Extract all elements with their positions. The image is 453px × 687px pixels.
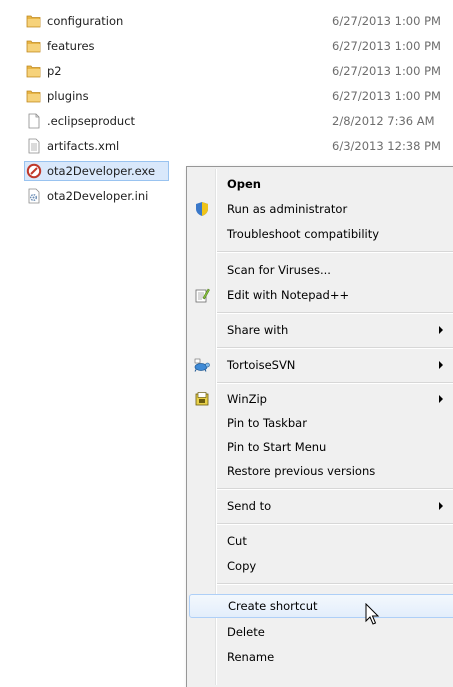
name-cell: .eclipseproduct: [24, 111, 169, 131]
menu-separator: [217, 583, 453, 585]
menu-separator: [217, 251, 453, 253]
name-cell: ota2Developer.ini: [24, 186, 169, 206]
menu-item-label: TortoiseSVN: [227, 358, 296, 372]
tortoisesvn-icon: [193, 356, 211, 374]
file-name: ota2Developer.ini: [47, 189, 149, 203]
menu-item-rename[interactable]: Rename: [189, 645, 453, 669]
file-name: artifacts.xml: [47, 139, 120, 153]
winzip-icon: [193, 390, 211, 408]
menu-separator: [217, 488, 453, 490]
name-cell: ota2Developer.exe: [24, 161, 169, 181]
menu-item-create-shortcut[interactable]: Create shortcut: [189, 594, 453, 618]
menu-separator: [217, 523, 453, 525]
menu-separator: [217, 382, 453, 384]
menu-item-label: Pin to Taskbar: [227, 416, 307, 430]
menu-item-label: Troubleshoot compatibility: [227, 227, 380, 241]
menu-item-label: Run as administrator: [227, 202, 348, 216]
file-row-features[interactable]: features 6/27/2013 1:00 PM: [24, 35, 453, 57]
exe-icon: [25, 162, 43, 180]
menu-item-pin-to-start-menu[interactable]: Pin to Start Menu: [189, 435, 453, 459]
name-cell: artifacts.xml: [24, 136, 169, 156]
file-date: 6/27/2013 1:00 PM: [332, 89, 441, 103]
menu-item-label: Cut: [227, 534, 247, 548]
submenu-arrow-icon: [439, 326, 443, 334]
file-row-plugins[interactable]: plugins 6/27/2013 1:00 PM: [24, 85, 453, 107]
file-name: configuration: [47, 14, 124, 28]
menu-item-label: Share with: [227, 323, 289, 337]
menu-item-troubleshoot-compatibility[interactable]: Troubleshoot compatibility: [189, 222, 453, 246]
submenu-arrow-icon: [439, 361, 443, 369]
folder-icon: [25, 62, 43, 80]
menu-item-label: Rename: [227, 650, 275, 664]
settings-file-icon: [25, 187, 43, 205]
file-date: 6/27/2013 1:00 PM: [332, 64, 441, 78]
submenu-arrow-icon: [439, 502, 443, 510]
file-row-eclipseproduct[interactable]: .eclipseproduct 2/8/2012 7:36 AM: [24, 110, 453, 132]
menu-item-label: Open: [227, 177, 261, 191]
folder-icon: [25, 87, 43, 105]
file-name: ota2Developer.exe: [47, 164, 156, 178]
menu-item-label: WinZip: [227, 392, 267, 406]
file-date: 6/27/2013 1:00 PM: [332, 39, 441, 53]
menu-item-scan-for-viruses[interactable]: Scan for Viruses...: [189, 258, 453, 282]
file-date: 6/27/2013 1:00 PM: [332, 14, 441, 28]
menu-item-label: Scan for Viruses...: [227, 263, 331, 277]
menu-item-label: Pin to Start Menu: [227, 440, 327, 454]
file-date: 6/3/2013 12:38 PM: [332, 139, 441, 153]
menu-item-restore-previous-versions[interactable]: Restore previous versions: [189, 459, 453, 483]
folder-icon: [25, 12, 43, 30]
menu-item-tortoisesvn[interactable]: TortoiseSVN: [189, 353, 453, 377]
submenu-arrow-icon: [439, 395, 443, 403]
name-cell: plugins: [24, 86, 169, 106]
context-menu: Open Run as administrator Troubleshoot c…: [186, 166, 453, 687]
folder-icon: [25, 37, 43, 55]
file-date: 2/8/2012 7:36 AM: [332, 114, 435, 128]
menu-item-label: Copy: [227, 559, 257, 573]
menu-item-winzip[interactable]: WinZip: [189, 387, 453, 411]
menu-item-delete[interactable]: Delete: [189, 620, 453, 644]
menu-item-share-with[interactable]: Share with: [189, 318, 453, 342]
menu-item-cut[interactable]: Cut: [189, 529, 453, 553]
file-name: .eclipseproduct: [47, 114, 136, 128]
menu-item-pin-to-taskbar[interactable]: Pin to Taskbar: [189, 411, 453, 435]
menu-item-label: Delete: [227, 625, 265, 639]
menu-item-run-as-administrator[interactable]: Run as administrator: [189, 197, 453, 221]
file-name: features: [47, 39, 95, 53]
file-row-configuration[interactable]: configuration 6/27/2013 1:00 PM: [24, 10, 453, 32]
menu-item-label: Send to: [227, 499, 272, 513]
name-cell: features: [24, 36, 169, 56]
menu-item-send-to[interactable]: Send to: [189, 494, 453, 518]
mouse-pointer-icon: [365, 602, 381, 627]
menu-item-label: Restore previous versions: [227, 464, 376, 478]
menu-item-label: Edit with Notepad++: [227, 288, 350, 302]
blank-file-icon: [25, 112, 43, 130]
file-name: plugins: [47, 89, 89, 103]
menu-separator: [217, 312, 453, 314]
menu-item-edit-with-notepad[interactable]: Edit with Notepad++: [189, 283, 453, 307]
file-row-artifacts[interactable]: artifacts.xml 6/3/2013 12:38 PM: [24, 135, 453, 157]
name-cell: p2: [24, 61, 169, 81]
notepad-plus-plus-icon: [193, 286, 211, 304]
menu-item-copy[interactable]: Copy: [189, 554, 453, 578]
file-row-p2[interactable]: p2 6/27/2013 1:00 PM: [24, 60, 453, 82]
menu-separator: [217, 347, 453, 349]
menu-item-label: Create shortcut: [228, 599, 318, 613]
name-cell: configuration: [24, 11, 169, 31]
file-name: p2: [47, 64, 62, 78]
menu-item-open[interactable]: Open: [189, 172, 453, 196]
uac-shield-icon: [193, 200, 211, 218]
text-file-icon: [25, 137, 43, 155]
